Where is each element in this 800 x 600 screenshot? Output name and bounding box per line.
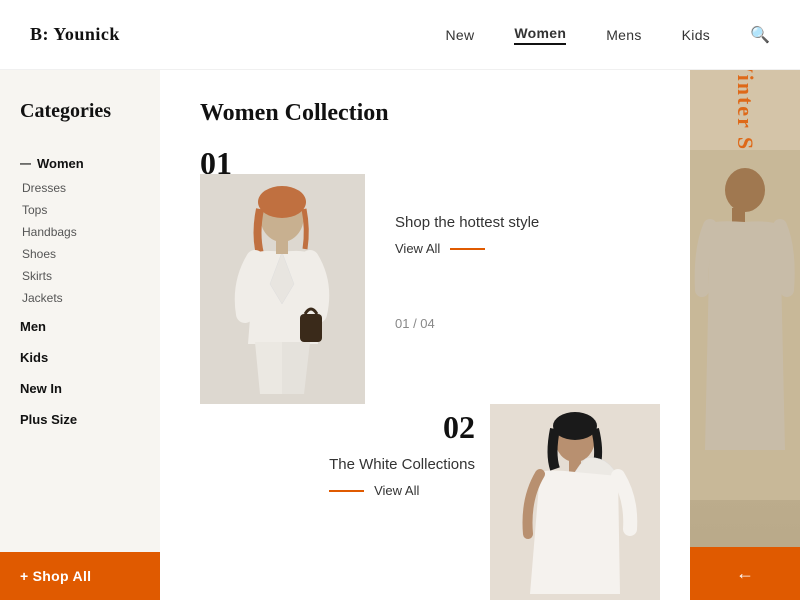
item-02-view-all-label: View All [374, 483, 419, 498]
shop-all-button[interactable]: + Shop All [0, 552, 160, 600]
collection-title: Women Collection [200, 100, 660, 127]
item-01-view-all-line [450, 248, 485, 250]
logo: B: Younick [30, 24, 120, 45]
main-nav: New Women Mens Kids 🔍 [445, 25, 770, 45]
item-01-view-all-label: View All [395, 241, 440, 256]
sidebar-sub-tops[interactable]: Tops [20, 200, 140, 220]
item-02-info: 02 The White Collections View All [329, 404, 475, 498]
item-02-title: The White Collections [329, 456, 475, 473]
sidebar-item-plus-size[interactable]: Plus Size [20, 407, 140, 432]
sidebar-sub-handbags[interactable]: Handbags [20, 222, 140, 242]
sidebar-categories: Women Dresses Tops Handbags Shoes Skirts… [20, 151, 140, 432]
sidebar-sub-skirts[interactable]: Skirts [20, 266, 140, 286]
item-01-image [200, 174, 365, 404]
sidebar-sub-shoes[interactable]: Shoes [20, 244, 140, 264]
nav-item-women[interactable]: Women [514, 25, 566, 45]
sidebar-sub-jackets[interactable]: Jackets [20, 288, 140, 308]
item-02-number: 02 [329, 409, 475, 446]
header: B: Younick New Women Mens Kids 🔍 [0, 0, 800, 70]
sidebar-title: Categories [20, 100, 140, 123]
item-02-view-all[interactable]: View All [329, 483, 475, 498]
item-01-tagline: Shop the hottest style [395, 214, 539, 231]
sidebar: Categories Women Dresses Tops Handbags S… [0, 70, 160, 600]
right-panel-figure [690, 150, 800, 600]
nav-item-mens[interactable]: Mens [606, 27, 641, 43]
nav-item-kids[interactable]: Kids [682, 27, 710, 43]
item-01-info: Shop the hottest style View All 01 / 04 [395, 184, 539, 331]
search-button[interactable]: 🔍 [750, 25, 770, 45]
item-02-image [490, 404, 660, 600]
collection-item-01: 01 [200, 147, 660, 404]
item-01-view-all[interactable]: View All [395, 241, 539, 256]
main-content: Women Collection 01 [160, 70, 690, 600]
sidebar-item-new-in[interactable]: New In [20, 376, 140, 401]
main-layout: Categories Women Dresses Tops Handbags S… [0, 70, 800, 600]
right-panel-arrow-button[interactable]: ← [690, 547, 800, 600]
sidebar-sub-dresses[interactable]: Dresses [20, 178, 140, 198]
sidebar-item-kids[interactable]: Kids [20, 345, 140, 370]
right-panel: Winter Shades ← [690, 70, 800, 600]
collection-item-02: 02 The White Collections View All [200, 404, 660, 600]
pagination: 01 / 04 [395, 316, 539, 331]
nav-item-new[interactable]: New [445, 27, 474, 43]
item-02-view-all-line [329, 490, 364, 492]
sidebar-item-men[interactable]: Men [20, 314, 140, 339]
sidebar-item-women[interactable]: Women [20, 151, 140, 176]
